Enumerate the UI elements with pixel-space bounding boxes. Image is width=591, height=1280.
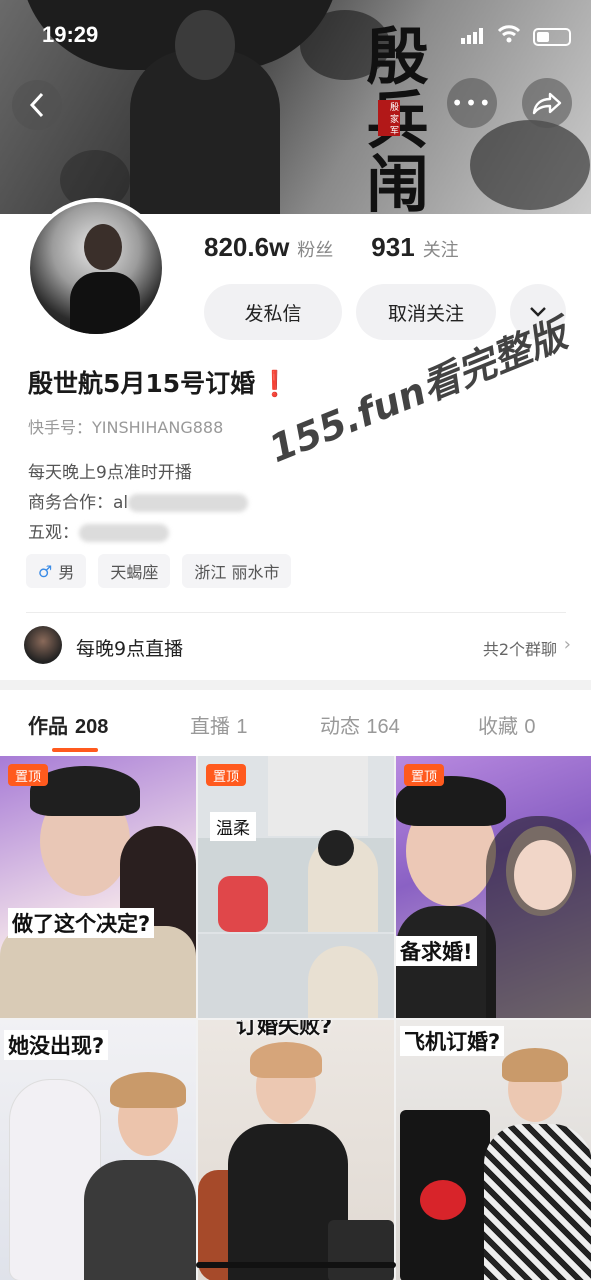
video-grid: 置顶 做了这个决定? 置顶 温柔 置顶 备求婚! 她没出现? 订婚失败? 飞机订…	[0, 756, 591, 1280]
profile-tags: ♂ 男 天蝎座 浙江 丽水市	[26, 554, 303, 588]
tag-location: 浙江 丽水市	[182, 554, 292, 588]
male-icon: ♂	[38, 561, 53, 581]
back-arrow-icon	[29, 92, 44, 118]
video-caption: 她没出现?	[4, 1030, 109, 1060]
bio-line: 商务合作：al	[28, 488, 249, 518]
share-button[interactable]	[522, 78, 572, 128]
live-avatar	[24, 626, 62, 664]
tab-moments[interactable]: 动态 164	[320, 710, 400, 739]
pinned-badge: 置顶	[206, 764, 247, 786]
kuaishou-id[interactable]: 快手号：YINSHIHANG888	[28, 414, 223, 438]
following-count[interactable]: 931	[371, 232, 414, 263]
active-tab-indicator	[52, 748, 98, 752]
video-caption: 备求婚!	[396, 936, 477, 966]
following-label[interactable]: 关注	[423, 236, 459, 262]
more-button[interactable]: •••	[447, 78, 497, 128]
live-group-row[interactable]: 每晚9点直播 共2个群聊 ›	[0, 624, 591, 668]
bio-line: 五观：	[28, 518, 248, 548]
video-thumbnail[interactable]: 置顶 温柔	[198, 756, 394, 1018]
status-time: 19:29	[42, 22, 99, 47]
tag-gender: ♂ 男	[26, 554, 87, 588]
group-chat-count: 共2个群聊	[482, 640, 557, 659]
signal-icon	[461, 28, 483, 44]
bio-line: 每天晚上9点准时开播	[28, 463, 192, 483]
ink-splash	[470, 120, 590, 210]
tab-live[interactable]: 直播 1	[190, 710, 247, 739]
video-caption: 订婚失败?	[236, 1020, 333, 1038]
battery-icon	[533, 28, 571, 46]
divider	[26, 612, 566, 613]
status-bar: 19:29	[0, 20, 591, 56]
live-schedule: 每晚9点直播	[76, 638, 184, 660]
send-message-button[interactable]: 发私信	[204, 284, 342, 340]
home-indicator	[196, 1262, 396, 1268]
alert-icon: ❗	[259, 369, 291, 398]
video-caption: 温柔	[210, 812, 256, 841]
bio: 每天晚上9点准时开播 商务合作：al 五观：	[28, 458, 249, 548]
content-tabs: 作品 208 直播 1 动态 164 收藏 0	[0, 690, 591, 756]
pinned-badge: 置顶	[8, 764, 49, 786]
followers-label[interactable]: 粉丝	[297, 236, 333, 262]
video-thumbnail[interactable]: 置顶 备求婚!	[396, 756, 591, 1018]
followers-count[interactable]: 820.6w	[204, 232, 289, 263]
nickname-text: 殷世航5月15号订婚	[28, 369, 256, 398]
chevron-right-icon: ›	[563, 634, 571, 655]
video-thumbnail[interactable]: 她没出现?	[0, 1020, 196, 1280]
blurred-text	[79, 524, 169, 542]
more-dots-icon: •••	[451, 91, 493, 115]
video-thumbnail[interactable]: 置顶 做了这个决定?	[0, 756, 196, 1018]
tab-favorites[interactable]: 收藏 0	[478, 710, 535, 739]
video-thumbnail[interactable]: 订婚失败?	[198, 1020, 394, 1280]
nickname: 殷世航5月15号订婚 ❗	[28, 364, 290, 400]
video-caption: 飞机订婚?	[400, 1026, 505, 1056]
stats-row: 820.6w 粉丝 931 关注	[204, 232, 497, 263]
pinned-badge: 置顶	[404, 764, 445, 786]
cover-seal: 殷 家 军	[378, 100, 400, 136]
back-button[interactable]	[12, 80, 62, 130]
avatar[interactable]	[26, 198, 166, 338]
video-caption: 做了这个决定?	[8, 908, 155, 938]
tab-works[interactable]: 作品 208	[28, 710, 108, 739]
blurred-text	[128, 494, 249, 512]
video-thumbnail[interactable]: 飞机订婚?	[396, 1020, 591, 1280]
share-icon	[532, 92, 562, 115]
tag-zodiac: 天蝎座	[98, 554, 171, 588]
wifi-icon	[497, 25, 521, 43]
unfollow-button[interactable]: 取消关注	[356, 284, 496, 340]
